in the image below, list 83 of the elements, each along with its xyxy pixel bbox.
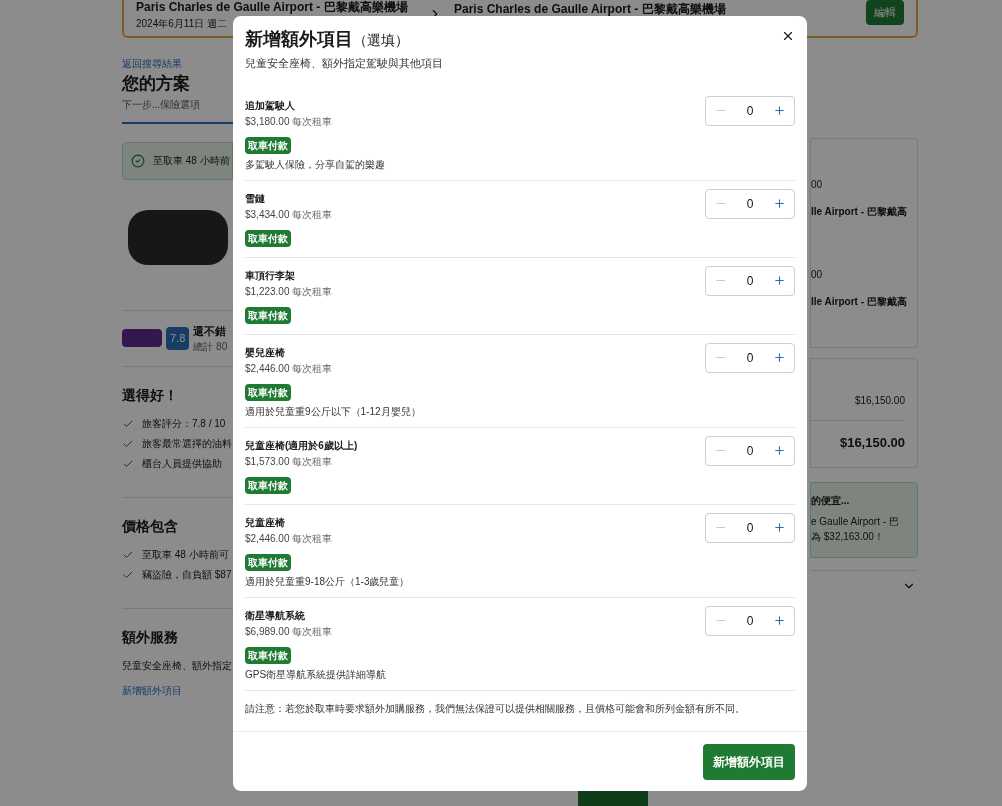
feature-text: 旅客最常選擇的油料 (142, 437, 232, 451)
brand-logo (122, 329, 162, 348)
quantity-value: 0 (746, 349, 754, 367)
quantity-stepper[interactable]: 0 (705, 265, 795, 296)
extra-item-price: $1,573.00 每次租車 (245, 454, 334, 469)
extra-item-name: 車頂行李架 (245, 268, 296, 283)
extra-item-name: 追加駕駛人 (245, 98, 296, 113)
pickup-date: 2024年6月11日 週二 (136, 16, 228, 31)
plus-icon[interactable] (773, 351, 786, 364)
feature-text: 至取車 48 小時前可 (142, 548, 229, 562)
add-extras-link[interactable]: 新增額外項目 (122, 683, 233, 698)
extra-item-name: 衛星導航系統 (245, 608, 306, 623)
deal-text: 為 $32,163.00！ (811, 530, 885, 544)
plus-icon[interactable] (773, 274, 786, 287)
plus-icon[interactable] (773, 444, 786, 457)
edit-button[interactable]: 編輯 (866, 0, 904, 25)
payment-badge: 取車付款 (245, 306, 291, 324)
extra-item-name: 兒童座椅 (245, 515, 286, 530)
extra-item-name: 雪鏈 (245, 191, 266, 206)
dropoff-location: Paris Charles de Gaulle Airport - 巴黎戴高樂機場 (454, 1, 726, 18)
trip-summary-text: lle Airport - 巴黎戴高 (811, 205, 908, 219)
dialog-title: 新增額外項目 (245, 28, 353, 51)
quantity-stepper[interactable]: 0 (705, 605, 795, 636)
payment-badge: 取車付款 (245, 646, 291, 664)
payment-badge: 取車付款 (245, 553, 291, 571)
rating-label: 還不錯 (193, 323, 228, 339)
quantity-stepper[interactable]: 0 (705, 95, 795, 126)
section-title: 額外服務 (122, 628, 179, 647)
quantity-stepper[interactable]: 0 (705, 435, 795, 466)
notice-text: 至取車 48 小時前 (153, 154, 230, 168)
quantity-value: 0 (746, 612, 754, 630)
payment-badge: 取車付款 (245, 229, 291, 247)
feature-text: 櫃台人員提供協助 (142, 457, 222, 471)
extra-item-description: 適用於兒童重9-18公斤（1-3歲兒童） (245, 574, 411, 589)
section-title: 選得好！ (122, 386, 179, 405)
add-extras-button[interactable]: 新增額外項目 (703, 743, 795, 780)
extra-item-description: 多駕駛人保險，分享自駕的樂趣 (245, 157, 386, 172)
pickup-location: Paris Charles de Gaulle Airport - 巴黎戴高樂機場 (136, 0, 409, 16)
total-price: $16,150.00 (839, 434, 905, 452)
disclaimer-text: 請注意：若您於取車時要求額外加購服務，我們無法保證可以提供相關服務，且價格可能會和所列金額有所不同。 (245, 701, 746, 716)
quantity-value: 0 (746, 272, 754, 290)
deal-text: e Gaulle Airport - 巴 (811, 515, 900, 529)
plus-icon[interactable] (773, 614, 786, 627)
rating-badge: 7.8 (166, 327, 190, 350)
payment-badge: 取車付款 (245, 476, 291, 494)
dialog-title-note: （選填） (353, 31, 409, 50)
quantity-stepper[interactable]: 0 (705, 512, 795, 543)
plan-title: 您的方案 (122, 73, 191, 95)
close-icon[interactable] (781, 29, 795, 43)
extra-item-price: $1,223.00 每次租車 (245, 284, 334, 299)
quantity-stepper[interactable]: 0 (705, 342, 795, 373)
payment-badge: 取車付款 (245, 136, 291, 154)
extras-text: 兒童安全座椅、額外指定 (122, 659, 233, 673)
feature-text: 竊盜險，自負額 $87 (142, 568, 232, 582)
check-circle-icon (131, 153, 145, 168)
extra-item-price: $3,180.00 每次租車 (245, 114, 334, 129)
extra-item-description: GPS衛星導航系統提供詳細導航 (245, 667, 388, 682)
plus-icon[interactable] (773, 197, 786, 210)
extra-item-description: 適用於兒童重9公斤以下（1-12月嬰兒） (245, 404, 422, 419)
quantity-value: 0 (746, 102, 754, 120)
plus-icon[interactable] (773, 521, 786, 534)
payment-badge: 取車付款 (245, 383, 291, 401)
extra-item-price: $6,989.00 每次租車 (245, 624, 334, 639)
quantity-value: 0 (746, 519, 754, 537)
dialog-subtitle: 兒童安全座椅、額外指定駕駛與其他項目 (245, 56, 444, 71)
extra-item-price: $2,446.00 每次租車 (245, 531, 334, 546)
extra-item-name: 嬰兒座椅 (245, 345, 286, 360)
plus-icon[interactable] (773, 104, 786, 117)
rating-count: 總計 80 (193, 340, 228, 354)
extra-item-price: $3,434.00 每次租車 (245, 207, 334, 222)
quantity-stepper[interactable]: 0 (705, 188, 795, 219)
trip-summary-text: lle Airport - 巴黎戴高 (811, 295, 908, 309)
deal-title: 的便宜... (811, 494, 851, 508)
trip-summary-text: 00 (811, 268, 824, 282)
trip-summary-text: 00 (811, 178, 824, 192)
section-title: 價格包含 (122, 517, 179, 536)
feature-text: 旅客評分：7.8 / 10 (142, 417, 226, 431)
subtotal-price: $16,150.00 (854, 394, 905, 408)
extra-item-name: 兒童座椅(適用於6歲以上) (245, 438, 359, 453)
back-link[interactable]: 返回搜尋結果 (122, 56, 233, 71)
quantity-value: 0 (746, 442, 754, 460)
extra-item-price: $2,446.00 每次租車 (245, 361, 334, 376)
quantity-value: 0 (746, 195, 754, 213)
